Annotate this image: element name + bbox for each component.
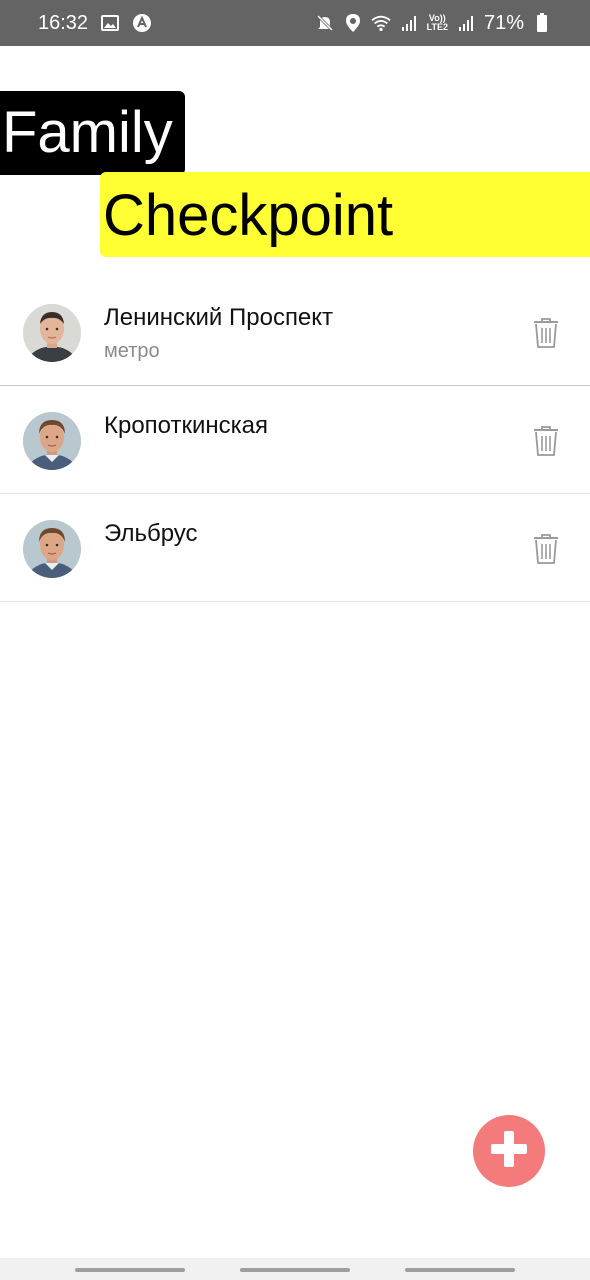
checkpoint-title: Эльбрус	[104, 520, 198, 547]
navigation-bar	[0, 1258, 590, 1280]
avatar	[23, 412, 81, 470]
title-family: Family	[0, 91, 185, 175]
battery-percent: 71%	[483, 11, 524, 34]
plus-icon	[489, 1129, 529, 1174]
nav-back-handle[interactable]	[405, 1268, 515, 1272]
image-icon	[100, 13, 120, 33]
avatar	[23, 520, 81, 578]
nav-recents-handle[interactable]	[75, 1268, 185, 1272]
list-item[interactable]: Кропоткинская	[0, 386, 590, 494]
avatar	[23, 304, 81, 362]
checkpoint-title: Кропоткинская	[104, 412, 269, 439]
trash-icon[interactable]	[533, 426, 559, 456]
network-label-bottom: LTE2	[426, 22, 448, 32]
wifi-icon	[370, 13, 391, 33]
nav-home-handle[interactable]	[240, 1268, 350, 1272]
title-checkpoint: Checkpoint	[100, 172, 590, 257]
list-item[interactable]: Ленинский Проспект метро	[0, 278, 590, 386]
app-logo-icon	[132, 13, 152, 33]
add-checkpoint-button[interactable]	[473, 1115, 545, 1187]
status-time: 16:32	[38, 11, 89, 34]
mute-icon	[315, 13, 335, 33]
trash-icon[interactable]	[533, 318, 559, 348]
network-label: Vo)) LTE2	[427, 14, 448, 32]
battery-icon	[532, 13, 552, 33]
checkpoint-title: Ленинский Проспект	[104, 304, 334, 331]
checkpoint-subtitle: метро	[104, 340, 160, 362]
signal-icon	[399, 13, 419, 33]
list-item[interactable]: Эльбрус	[0, 494, 590, 602]
trash-icon[interactable]	[533, 534, 559, 564]
signal-icon-2	[456, 13, 476, 33]
status-bar: 16:32 Vo)) LTE2 71%	[0, 0, 590, 46]
checkpoint-list: Ленинский Проспект метро Кропоткинская Э…	[0, 278, 590, 602]
location-icon	[343, 13, 363, 33]
